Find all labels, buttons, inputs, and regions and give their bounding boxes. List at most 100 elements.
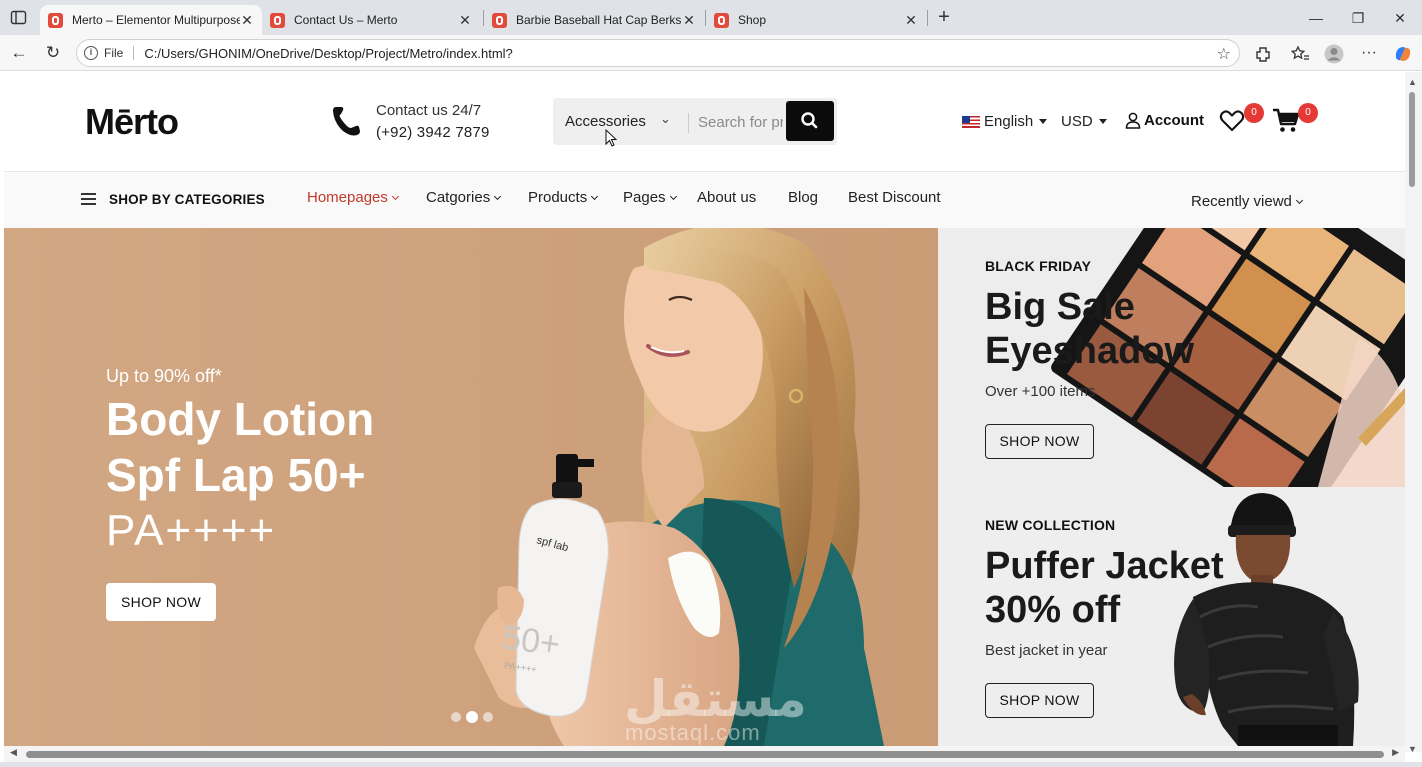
minimize-icon[interactable]: — bbox=[1306, 8, 1326, 28]
search-divider bbox=[688, 113, 689, 133]
search-button[interactable] bbox=[786, 101, 834, 141]
language-select[interactable]: English bbox=[962, 113, 1048, 130]
browser-tab-contact[interactable]: Contact Us – Merto ✕ bbox=[262, 5, 480, 35]
slider-dot-1[interactable] bbox=[451, 712, 461, 722]
shop-by-categories-button[interactable]: SHOP BY CATEGORIES bbox=[109, 192, 265, 207]
wishlist-count-badge: 0 bbox=[1244, 103, 1264, 123]
slider-dot-2[interactable] bbox=[467, 712, 477, 722]
phone-icon bbox=[333, 107, 360, 136]
promo-banner-puffer-jacket[interactable]: NEW COLLECTION Puffer Jacket 30% off Bes… bbox=[938, 487, 1405, 746]
wishlist-heart-icon[interactable] bbox=[1219, 109, 1245, 133]
nav-item-label: Homepages bbox=[307, 189, 388, 206]
merto-favicon-icon bbox=[270, 12, 285, 28]
browser-window: Merto – Elementor Multipurpose ✕ Contact… bbox=[0, 0, 1422, 767]
close-tab-icon[interactable]: ✕ bbox=[240, 12, 254, 29]
tab-actions-icon[interactable] bbox=[10, 9, 27, 26]
maximize-icon[interactable]: ❐ bbox=[1348, 8, 1368, 28]
hero-shop-now-button[interactable]: SHOP NOW bbox=[106, 583, 216, 621]
profile-avatar-icon[interactable] bbox=[1323, 43, 1345, 65]
hamburger-menu-icon[interactable] bbox=[81, 193, 96, 205]
tab-title: Barbie Baseball Hat Cap Berkshire bbox=[516, 13, 682, 27]
currency-select[interactable]: USD bbox=[1061, 113, 1107, 130]
recently-viewed-dropdown[interactable]: Recently viewd bbox=[1191, 193, 1303, 210]
address-bar: ← ↻ i File C:/Users/GHONIM/OneDrive/Desk… bbox=[0, 35, 1422, 71]
us-flag-icon bbox=[962, 115, 980, 128]
nav-item-label: About us bbox=[697, 189, 757, 206]
promo-shop-now-button[interactable]: SHOP NOW bbox=[985, 683, 1094, 718]
nav-item-about-us[interactable]: About us bbox=[697, 189, 756, 206]
promo-kicker: BLACK FRIDAY bbox=[985, 258, 1092, 274]
url-text[interactable]: C:/Users/GHONIM/OneDrive/Desktop/Project… bbox=[144, 46, 512, 61]
reload-icon[interactable]: ↻ bbox=[42, 42, 64, 64]
chevron-down-icon bbox=[669, 192, 677, 200]
account-link[interactable]: Account bbox=[1125, 112, 1204, 129]
browser-tab-shop[interactable]: Shop ✕ bbox=[706, 5, 926, 35]
cart-icon[interactable] bbox=[1272, 108, 1300, 134]
scroll-up-icon[interactable]: ▲ bbox=[1408, 77, 1417, 87]
nav-item-label: Blog bbox=[788, 189, 819, 206]
promo-title-line-1: Big Sale bbox=[985, 286, 1135, 328]
cart-count-badge: 0 bbox=[1298, 103, 1318, 123]
scroll-left-icon[interactable]: ◀ bbox=[10, 747, 17, 758]
nav-item-blog[interactable]: Blog bbox=[788, 189, 818, 206]
slider-pagination bbox=[451, 712, 493, 722]
vertical-scroll-thumb[interactable] bbox=[1409, 92, 1415, 187]
nav-item-pages[interactable]: Pages bbox=[623, 189, 677, 206]
search-icon bbox=[801, 112, 818, 129]
browser-tab-barbie-hat[interactable]: Barbie Baseball Hat Cap Berkshire ✕ bbox=[484, 5, 704, 35]
caret-down-icon bbox=[1098, 119, 1107, 124]
close-tab-icon[interactable]: ✕ bbox=[458, 12, 472, 29]
horizontal-scroll-thumb[interactable] bbox=[26, 751, 1384, 758]
promo-shop-now-button[interactable]: SHOP NOW bbox=[985, 424, 1094, 459]
favorite-star-icon[interactable]: ☆ bbox=[1217, 44, 1231, 64]
extensions-icon[interactable] bbox=[1252, 43, 1274, 65]
horizontal-scrollbar[interactable]: ◀ ▶ bbox=[4, 746, 1405, 762]
scroll-right-icon[interactable]: ▶ bbox=[1392, 747, 1399, 758]
browser-tab-merto-home[interactable]: Merto – Elementor Multipurpose ✕ bbox=[40, 5, 262, 35]
nav-item-categories[interactable]: Catgories bbox=[426, 189, 502, 206]
slider-dot-3[interactable] bbox=[483, 712, 493, 722]
page-viewport: Mērto Contact us 24/7 (+92) 3942 7879 Ac… bbox=[4, 72, 1405, 746]
scroll-down-icon[interactable]: ▼ bbox=[1408, 744, 1417, 754]
promo-subtitle: Over +100 items bbox=[985, 383, 1096, 400]
search-input[interactable] bbox=[698, 110, 783, 134]
watermark-latin: mostaql.com bbox=[625, 720, 761, 745]
new-tab-icon[interactable]: + bbox=[932, 6, 956, 30]
back-icon[interactable]: ← bbox=[8, 42, 30, 64]
site-info-icon[interactable]: i bbox=[84, 46, 98, 60]
tab-bar: Merto – Elementor Multipurpose ✕ Contact… bbox=[0, 0, 1422, 35]
hero-title-line-2: Spf Lap 50+ bbox=[106, 449, 366, 501]
tab-title: Contact Us – Merto bbox=[294, 13, 398, 27]
vertical-scrollbar[interactable]: ▲ ▼ bbox=[1405, 72, 1422, 754]
nav-item-homepages[interactable]: Homepages bbox=[307, 189, 399, 206]
nav-item-products[interactable]: Products bbox=[528, 189, 599, 206]
url-field[interactable]: i File C:/Users/GHONIM/OneDrive/Desktop/… bbox=[76, 39, 1240, 67]
close-window-icon[interactable]: ✕ bbox=[1390, 8, 1410, 28]
account-label: Account bbox=[1144, 112, 1204, 129]
search-category-select[interactable]: Accessories bbox=[565, 113, 646, 130]
contact-label: Contact us 24/7 bbox=[376, 102, 482, 119]
mouse-cursor-icon bbox=[605, 129, 618, 147]
tab-title: Shop bbox=[738, 13, 767, 27]
favorites-icon[interactable] bbox=[1289, 43, 1311, 65]
copilot-icon[interactable] bbox=[1392, 43, 1414, 65]
chevron-down-icon bbox=[591, 192, 599, 200]
user-icon bbox=[1125, 112, 1141, 129]
site-logo[interactable]: Mērto bbox=[85, 101, 179, 143]
promo-title-line-2: 30% off bbox=[985, 589, 1121, 631]
close-tab-icon[interactable]: ✕ bbox=[904, 12, 918, 29]
main-navigation: SHOP BY CATEGORIES Homepages Catgories P… bbox=[4, 172, 1405, 228]
currency-label: USD bbox=[1061, 113, 1093, 130]
nav-item-label: Pages bbox=[623, 189, 666, 206]
close-tab-icon[interactable]: ✕ bbox=[682, 12, 696, 29]
tab-separator bbox=[927, 10, 928, 26]
promo-title-line-2: Eyeshadow bbox=[985, 330, 1195, 372]
more-menu-icon[interactable]: ··· bbox=[1358, 43, 1380, 65]
nav-item-best-discount[interactable]: Best Discount bbox=[848, 189, 941, 206]
contact-phone[interactable]: (+92) 3942 7879 bbox=[376, 124, 490, 141]
nav-item-label: Catgories bbox=[426, 189, 491, 206]
caret-down-icon bbox=[1039, 119, 1048, 124]
promo-banner-eyeshadow[interactable]: BLACK FRIDAY Big Sale Eyeshadow Over +10… bbox=[938, 228, 1405, 487]
chevron-down-icon[interactable]: ⌄ bbox=[660, 111, 671, 127]
nav-item-label: Best Discount bbox=[848, 189, 941, 206]
